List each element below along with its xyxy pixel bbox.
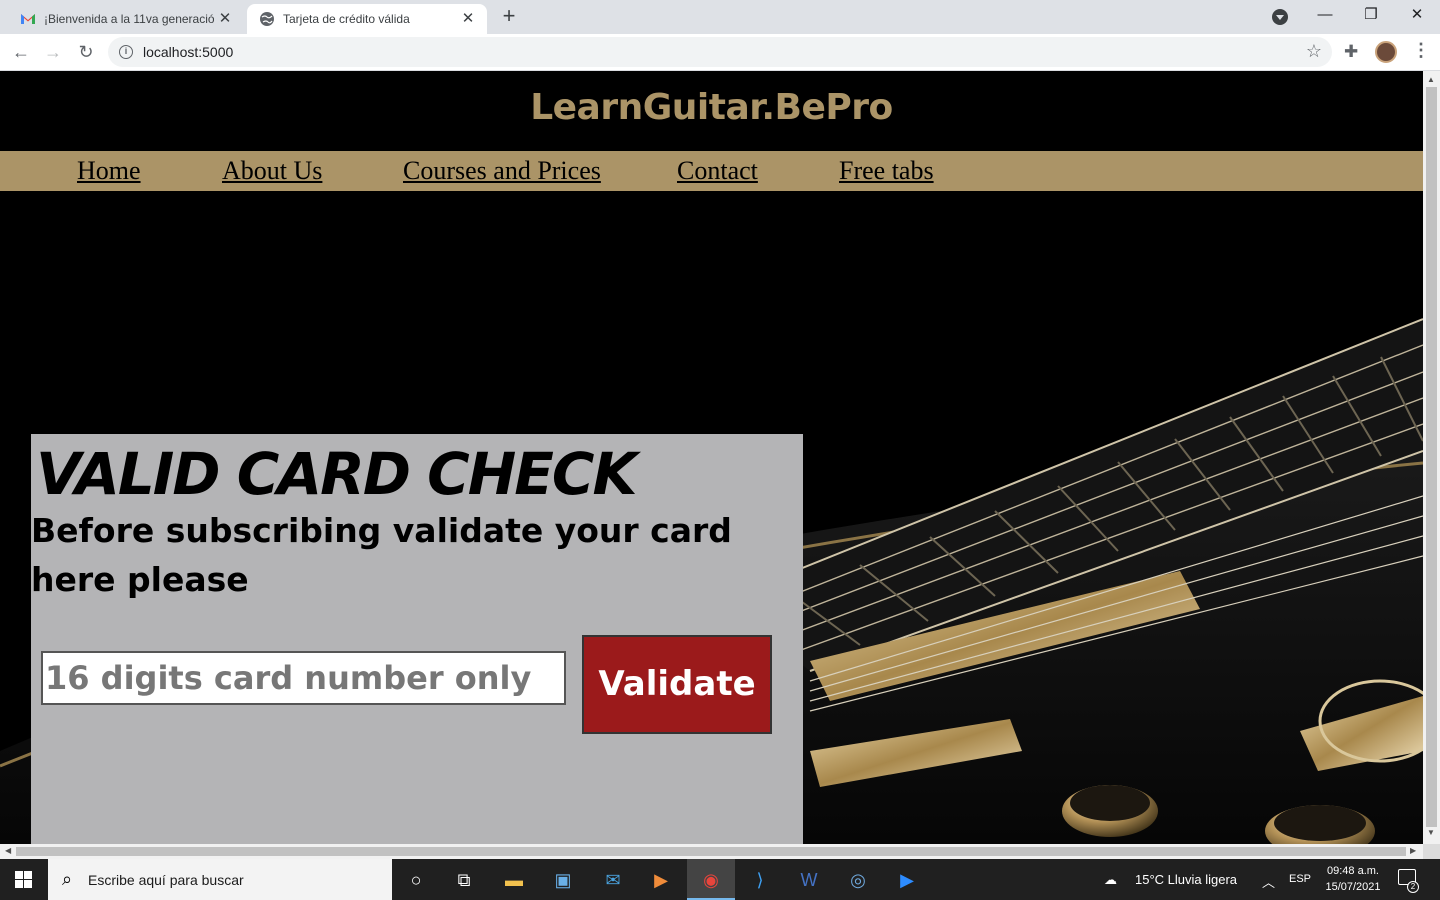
- browser-menu-icon[interactable]: ⋮: [1412, 40, 1430, 61]
- search-icon: ⌕: [62, 869, 73, 889]
- gmail-icon: [21, 14, 35, 24]
- reload-icon[interactable]: ↻: [74, 40, 98, 64]
- file-explorer-icon[interactable]: ▬: [499, 865, 529, 895]
- card-number-input[interactable]: [41, 651, 566, 705]
- taskbar-search[interactable]: ⌕ Escribe aquí para buscar: [48, 859, 392, 900]
- start-button[interactable]: [0, 859, 48, 900]
- windows-taskbar: ⌕ Escribe aquí para buscar ○ ⧉ ▬ ▣ ✉ ▶ ◉…: [0, 859, 1440, 900]
- nav-link-free-tabs[interactable]: Free tabs: [839, 156, 934, 186]
- nav-link-courses[interactable]: Courses and Prices: [403, 156, 601, 186]
- tab-title: Tarjeta de crédito válida: [283, 12, 410, 26]
- browser-tabstrip: ¡Bienvenida a la 11va generación de... ✕…: [0, 0, 1440, 34]
- site-nav: Home About Us Courses and Prices Contact…: [0, 151, 1423, 191]
- extensions-icon[interactable]: ✚: [1344, 42, 1358, 62]
- mail-icon[interactable]: ✉: [598, 865, 628, 895]
- card-check-description: Before subscribing validate your card he…: [31, 511, 732, 599]
- clock[interactable]: 09:48 a.m. 15/07/2021: [1318, 863, 1388, 895]
- app-icon[interactable]: ◎: [843, 865, 873, 895]
- zoom-icon[interactable]: ▶: [892, 865, 922, 895]
- page-viewport: LearnGuitar.BePro Home About Us Courses …: [0, 71, 1423, 844]
- tab-active[interactable]: Tarjeta de crédito válida ✕: [247, 4, 487, 34]
- site-header: LearnGuitar.BePro: [0, 71, 1423, 151]
- browser-toolbar: ← → ↻ i localhost:5000 ☆ ✚ ⋮: [0, 34, 1440, 71]
- scrollbar-corner: [1423, 844, 1440, 859]
- vertical-scrollbar[interactable]: ▲ ▼: [1423, 71, 1440, 844]
- nav-link-contact[interactable]: Contact: [677, 156, 758, 186]
- back-icon[interactable]: ←: [9, 40, 33, 64]
- horizontal-scrollbar[interactable]: ◀ ▶: [0, 844, 1423, 859]
- scroll-left-icon[interactable]: ◀: [5, 846, 11, 855]
- store-icon[interactable]: ▣: [548, 865, 578, 895]
- weather-icon[interactable]: ☁: [1104, 872, 1117, 888]
- word-icon[interactable]: W: [794, 865, 824, 895]
- clock-date: 15/07/2021: [1325, 881, 1381, 893]
- close-tab-icon[interactable]: ✕: [459, 10, 477, 28]
- media-player-icon[interactable]: ▶: [646, 865, 676, 895]
- address-bar[interactable]: i localhost:5000 ☆: [108, 37, 1332, 67]
- minimize-button[interactable]: —: [1302, 0, 1348, 30]
- site-info-icon[interactable]: i: [119, 45, 133, 59]
- chrome-icon[interactable]: ◉: [696, 865, 726, 895]
- card-check-title: VALID CARD CHECK: [36, 440, 637, 508]
- forward-icon[interactable]: →: [41, 40, 65, 64]
- search-placeholder: Escribe aquí para buscar: [88, 872, 244, 888]
- scroll-down-icon[interactable]: ▼: [1427, 828, 1435, 837]
- clock-time: 09:48 a.m.: [1327, 865, 1379, 877]
- globe-icon: [260, 12, 274, 26]
- windows-logo-icon: [15, 871, 23, 879]
- scroll-thumb[interactable]: [16, 847, 1406, 856]
- notifications-count: 2: [1407, 881, 1419, 893]
- card-check-panel: VALID CARD CHECK Before subscribing vali…: [31, 434, 803, 844]
- tab-search-icon[interactable]: [1272, 9, 1288, 25]
- task-view-icon[interactable]: ⧉: [449, 865, 479, 895]
- validate-button[interactable]: Validate: [582, 635, 772, 734]
- scroll-up-icon[interactable]: ▲: [1427, 75, 1435, 84]
- nav-link-about[interactable]: About Us: [222, 156, 322, 186]
- site-brand: LearnGuitar.BePro: [530, 87, 893, 128]
- cortana-icon[interactable]: ○: [401, 865, 431, 895]
- url-text[interactable]: localhost:5000: [143, 44, 233, 60]
- vscode-icon[interactable]: ⟩: [745, 865, 775, 895]
- tab-title: ¡Bienvenida a la 11va generación de...: [44, 12, 214, 26]
- restore-button[interactable]: ❐: [1348, 0, 1394, 30]
- nav-link-home[interactable]: Home: [77, 156, 141, 186]
- language-indicator[interactable]: ESP: [1289, 873, 1311, 885]
- bookmark-star-icon[interactable]: ☆: [1306, 41, 1322, 62]
- scroll-thumb[interactable]: [1426, 87, 1437, 827]
- new-tab-button[interactable]: +: [498, 5, 520, 28]
- scroll-right-icon[interactable]: ▶: [1410, 846, 1416, 855]
- tray-chevron-icon[interactable]: ︿: [1262, 872, 1275, 891]
- weather-text[interactable]: 15°C Lluvia ligera: [1135, 872, 1237, 887]
- profile-avatar[interactable]: [1375, 41, 1397, 63]
- tab-gmail[interactable]: ¡Bienvenida a la 11va generación de... ✕: [8, 4, 244, 34]
- close-tab-icon[interactable]: ✕: [216, 10, 234, 28]
- close-window-button[interactable]: ✕: [1394, 0, 1440, 30]
